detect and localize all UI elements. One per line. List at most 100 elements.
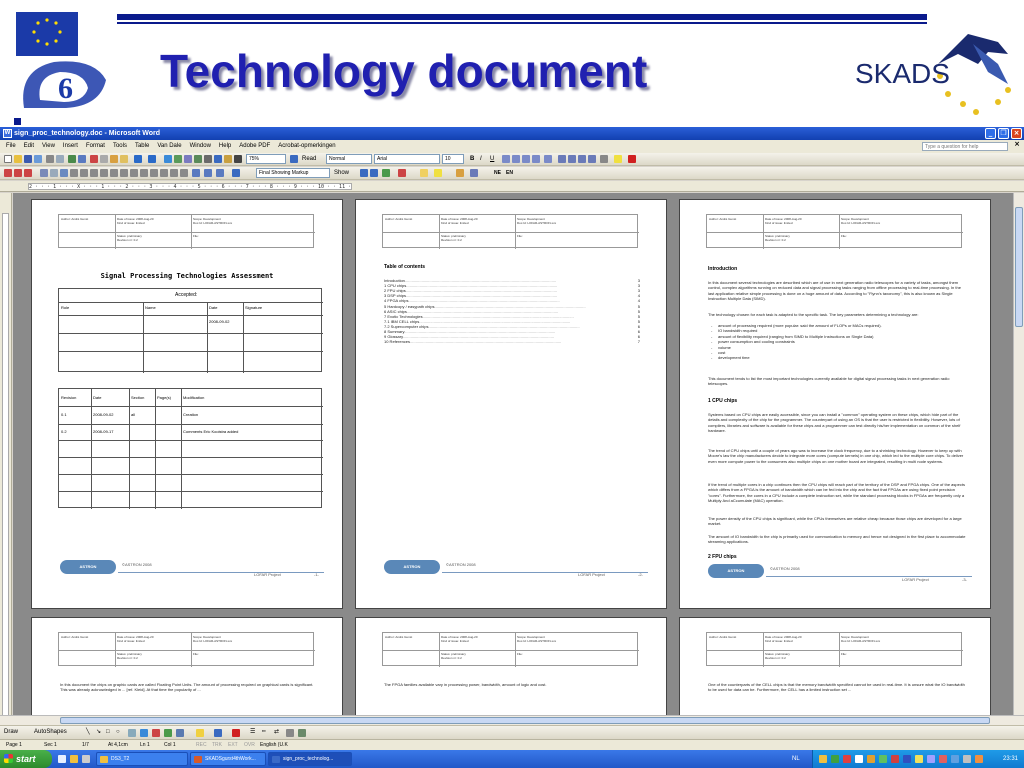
new-comment-icon[interactable] <box>420 169 428 177</box>
align-left-icon[interactable] <box>502 155 510 163</box>
page-3[interactable]: Author: André Gunst Date of issue: 2008-A… <box>679 199 991 609</box>
format-painter-icon[interactable] <box>120 155 128 163</box>
volume-icon[interactable] <box>975 755 983 763</box>
justify-icon[interactable] <box>532 155 540 163</box>
draw-font-color-icon[interactable] <box>232 729 240 737</box>
form-icon-10[interactable] <box>160 169 168 177</box>
style-select[interactable]: Normal <box>326 154 372 164</box>
bullets-icon[interactable] <box>568 155 576 163</box>
ink-annotations-icon[interactable] <box>60 169 68 177</box>
drawing-icon[interactable] <box>214 155 222 163</box>
hyperlink-icon[interactable] <box>164 155 172 163</box>
spelling-icon[interactable] <box>68 155 76 163</box>
highlight-icon[interactable] <box>614 155 622 163</box>
quicklaunch-desktop-icon[interactable] <box>82 755 90 763</box>
font-color-icon[interactable] <box>628 155 636 163</box>
start-button[interactable]: start <box>0 750 52 768</box>
picture-icon[interactable] <box>176 729 184 737</box>
arrow-icon[interactable]: ↘ <box>96 727 101 738</box>
clipart-icon[interactable] <box>164 729 172 737</box>
menu-item-edit[interactable]: Edit <box>24 140 34 153</box>
menu-item-format[interactable]: Format <box>86 140 105 153</box>
font-size-select[interactable]: 10 <box>442 154 464 164</box>
page-6[interactable]: Author: André Gunst Date of issue: 2008-A… <box>679 617 991 715</box>
tray-icon-12[interactable] <box>951 755 959 763</box>
next-change-icon[interactable] <box>370 169 378 177</box>
menu-item-insert[interactable]: Insert <box>63 140 78 153</box>
dash-style-icon[interactable]: ┅ <box>262 727 266 738</box>
align-center-icon[interactable] <box>512 155 520 163</box>
form-icon-6[interactable] <box>120 169 128 177</box>
menu-item-help[interactable]: Help <box>219 140 231 153</box>
wordart-icon[interactable] <box>140 729 148 737</box>
menu-item-view[interactable]: View <box>42 140 55 153</box>
tray-icon-10[interactable] <box>927 755 935 763</box>
open-icon[interactable] <box>14 155 22 163</box>
document-map-icon[interactable] <box>224 155 232 163</box>
restore-button[interactable]: ❐ <box>998 128 1009 139</box>
draw-menu-button[interactable]: Draw <box>4 727 18 738</box>
italic-button[interactable]: I <box>480 154 482 165</box>
vertical-scroll-thumb[interactable] <box>1015 207 1023 327</box>
numbering-icon[interactable] <box>558 155 566 163</box>
window-titlebar[interactable]: W sign_proc_technology.doc - Microsoft W… <box>0 127 1024 140</box>
tray-icon-1[interactable] <box>819 755 827 763</box>
menu-item-window[interactable]: Window <box>190 140 211 153</box>
new-doc-icon[interactable] <box>4 155 12 163</box>
page-5[interactable]: Author: André Gunst Date of issue: 2008-A… <box>355 617 667 715</box>
menu-item-adobe-pdf[interactable]: Adobe PDF <box>239 140 270 153</box>
bold-button[interactable]: B <box>470 154 474 165</box>
zoom-select[interactable]: 75% <box>246 154 286 164</box>
underline-button[interactable]: U <box>490 154 494 165</box>
insert-comment-icon[interactable] <box>40 169 48 177</box>
form-icon-3[interactable] <box>90 169 98 177</box>
menu-item-acrobat-opmerkingen[interactable]: Acrobat-opmerkingen <box>278 140 335 153</box>
vertical-scrollbar[interactable] <box>1013 193 1024 715</box>
previous-change-icon[interactable] <box>360 169 368 177</box>
print-icon[interactable] <box>46 155 54 163</box>
3d-icon[interactable] <box>298 729 306 737</box>
copy-icon[interactable] <box>100 155 108 163</box>
track-icon-2[interactable] <box>14 169 22 177</box>
page-4[interactable]: Author: André Gunst Date of issue: 2008-A… <box>31 617 343 715</box>
insert-excel-icon[interactable] <box>194 155 202 163</box>
horizontal-scroll-thumb[interactable] <box>60 717 990 724</box>
fill-color-icon[interactable] <box>196 729 204 737</box>
read-button[interactable]: Read <box>302 154 316 165</box>
form-icon-14[interactable] <box>204 169 212 177</box>
menu-item-table[interactable]: Table <box>135 140 149 153</box>
tables-borders-icon[interactable] <box>174 155 182 163</box>
vertical-ruler[interactable] <box>0 193 12 741</box>
textbox-icon[interactable] <box>128 729 136 737</box>
tray-icon-11[interactable] <box>939 755 947 763</box>
tray-icon-3[interactable] <box>843 755 851 763</box>
close-button[interactable]: × <box>1011 128 1022 139</box>
toc-entry[interactable]: 10 References...........................… <box>384 339 640 345</box>
form-icon-12[interactable] <box>180 169 188 177</box>
ne-button[interactable]: NE <box>494 168 501 179</box>
ink-icon[interactable] <box>50 169 58 177</box>
input-language-indicator[interactable]: NL <box>792 750 800 768</box>
menu-item-file[interactable]: File <box>6 140 16 153</box>
tray-icon-8[interactable] <box>903 755 911 763</box>
redo-icon[interactable] <box>148 155 156 163</box>
menu-item-van-dale[interactable]: Van Dale <box>157 140 181 153</box>
page-2[interactable]: Author: André Gunst Date of issue: 2008-A… <box>355 199 667 609</box>
form-icon-2[interactable] <box>80 169 88 177</box>
tray-icon-9[interactable] <box>915 755 923 763</box>
highlight-review-icon[interactable] <box>434 169 442 177</box>
form-icon-11[interactable] <box>170 169 178 177</box>
research-icon[interactable] <box>78 155 86 163</box>
form-icon-5[interactable] <box>110 169 118 177</box>
line-style-icon[interactable]: ☰ <box>250 727 255 738</box>
menu-item-tools[interactable]: Tools <box>113 140 127 153</box>
line-color-icon[interactable] <box>214 729 222 737</box>
font-select[interactable]: Arial <box>374 154 440 164</box>
track-icon-1[interactable] <box>4 169 12 177</box>
task-sign-proc-technology[interactable]: sign_proc_technolog... <box>268 752 352 766</box>
form-icon-8[interactable] <box>140 169 148 177</box>
decrease-indent-icon[interactable] <box>578 155 586 163</box>
form-icon-9[interactable] <box>150 169 158 177</box>
paste-icon[interactable] <box>110 155 118 163</box>
columns-icon[interactable] <box>204 155 212 163</box>
